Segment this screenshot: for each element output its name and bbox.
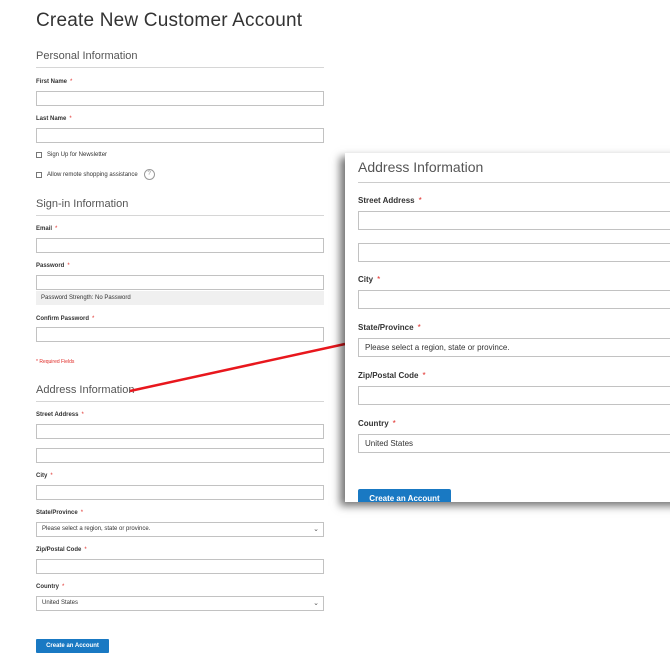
zoom-country-value: United States xyxy=(365,439,414,448)
zoom-state-value: Please select a region, state or provinc… xyxy=(365,343,510,352)
zoom-country-select[interactable]: United States xyxy=(358,434,670,453)
zoom-city-input[interactable] xyxy=(358,290,670,309)
zoom-address-heading: Address Information xyxy=(358,159,484,175)
zoom-state-label: State/Province * xyxy=(358,323,421,332)
zoom-street-line2-input[interactable] xyxy=(358,243,670,262)
zoom-zip-label: Zip/Postal Code * xyxy=(358,371,426,380)
zoomed-address-panel: Address Information Street Address * City… xyxy=(345,153,670,502)
zoom-city-label: City * xyxy=(358,275,381,284)
zoom-state-select[interactable]: Please select a region, state or provinc… xyxy=(358,338,670,357)
zoom-street-line1-input[interactable] xyxy=(358,211,670,230)
zoom-zip-input[interactable] xyxy=(358,386,670,405)
section-divider xyxy=(358,182,670,183)
zoom-street-label: Street Address * xyxy=(358,196,422,205)
zoom-create-account-button[interactable]: Create an Account xyxy=(358,489,451,502)
zoom-country-label: Country * xyxy=(358,419,396,428)
